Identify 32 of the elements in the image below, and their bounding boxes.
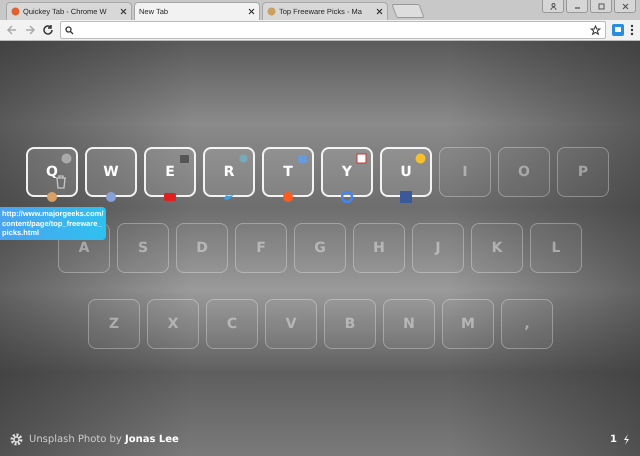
key-button[interactable]: P: [557, 147, 609, 197]
maximize-icon: [598, 2, 604, 10]
photo-credit: Unsplash Photo by Jonas Lee: [29, 434, 179, 444]
key-button[interactable]: Q: [26, 147, 78, 197]
person-icon: [550, 2, 556, 10]
counter-text: 1: [610, 434, 617, 444]
key-button[interactable]: Z: [88, 299, 140, 349]
key-button[interactable]: O: [498, 147, 550, 197]
star-icon[interactable]: [590, 24, 601, 36]
maximize-button[interactable]: [590, 0, 612, 13]
key-button[interactable]: W: [85, 147, 137, 197]
close-icon[interactable]: [120, 8, 127, 15]
page-icon: [267, 7, 276, 16]
close-button[interactable]: [614, 0, 636, 13]
search-icon: [65, 26, 74, 34]
key-button[interactable]: ,: [501, 299, 553, 349]
key-button[interactable]: U: [380, 147, 432, 197]
lightning-icon: [623, 434, 630, 444]
key-button[interactable]: Y: [321, 147, 373, 197]
menu-icon[interactable]: [630, 24, 634, 36]
key-button[interactable]: E: [144, 147, 196, 197]
close-icon[interactable]: [248, 8, 255, 15]
close-icon[interactable]: [376, 8, 383, 15]
key-button[interactable]: L: [530, 223, 582, 273]
key-button[interactable]: R: [203, 147, 255, 197]
settings-icon[interactable]: [10, 432, 23, 446]
extension-icon[interactable]: [612, 24, 624, 36]
user-button[interactable]: [542, 0, 564, 13]
key-button[interactable]: T: [262, 147, 314, 197]
reload-icon[interactable]: [42, 24, 54, 36]
page-icon: [11, 7, 20, 16]
close-icon: [622, 2, 628, 10]
